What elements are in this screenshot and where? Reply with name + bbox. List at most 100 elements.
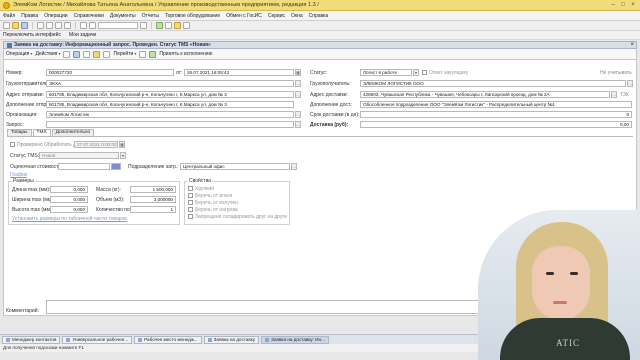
width-field[interactable]: 0,000	[50, 196, 88, 203]
menu-edit[interactable]: Правка	[21, 13, 38, 19]
task-workplace[interactable]: Универсальное рабочее...	[62, 335, 133, 344]
addr-from-field[interactable]: 601785, Владимирская обл, Кольчугинский …	[46, 91, 294, 98]
find-icon[interactable]	[140, 22, 147, 29]
volume-field[interactable]: 3,000000	[130, 196, 176, 203]
select-icon[interactable]: …	[295, 91, 301, 98]
window-controls: – □ ×	[609, 1, 637, 8]
save-icon[interactable]	[21, 22, 28, 29]
save-icon[interactable]	[63, 50, 71, 58]
task-manager[interactable]: Рабочее место менедж...	[134, 335, 202, 344]
actions-menu[interactable]: Действия	[35, 51, 60, 57]
cost-field[interactable]: 0,00	[360, 121, 632, 128]
date-label: от:	[176, 70, 183, 76]
checked-checkbox[interactable]	[10, 142, 15, 147]
height-field[interactable]: 0,000	[50, 206, 88, 213]
currency-icon[interactable]	[111, 163, 121, 170]
print-icon[interactable]	[103, 50, 111, 58]
sender-field[interactable]: ЭКХА	[46, 80, 294, 87]
select-icon[interactable]: …	[627, 80, 633, 87]
select-icon[interactable]: …	[295, 121, 301, 128]
minimize-icon[interactable]: –	[609, 1, 617, 8]
heat-checkbox[interactable]	[188, 207, 193, 212]
date-field[interactable]: 26.07.2021 16:08:42	[184, 69, 294, 76]
radiation-checkbox[interactable]	[188, 200, 193, 205]
select-icon[interactable]: …	[295, 80, 301, 87]
undo-icon[interactable]	[80, 22, 87, 29]
toolbar-search-input[interactable]	[98, 22, 138, 29]
addr-to-field[interactable]: 428903, Чувашская Республика - Чувашия, …	[360, 91, 610, 98]
calc-dims-link[interactable]: Установить размеры по табличной части то…	[12, 216, 127, 222]
accept-button[interactable]: Принять к исполнению	[159, 51, 212, 57]
my-tasks-link[interactable]: Мои задачи	[69, 32, 96, 38]
switch-interface-link[interactable]: Переключить интерфейс	[3, 32, 61, 38]
reply-label: Ответ закупщику	[429, 70, 469, 76]
goto-menu[interactable]: Перейти	[113, 51, 136, 57]
moisture-checkbox[interactable]	[188, 193, 193, 198]
open-icon[interactable]	[12, 22, 19, 29]
reply-checkbox[interactable]	[422, 70, 427, 75]
redo-icon[interactable]	[89, 22, 96, 29]
select-icon[interactable]: …	[611, 91, 617, 98]
tab-tms[interactable]: ТМS	[32, 129, 51, 136]
structure-icon[interactable]	[93, 50, 101, 58]
tms-status-field[interactable]: Новая	[39, 152, 119, 159]
status-select[interactable]: Логист в работе	[360, 69, 412, 76]
org-field[interactable]: ЭлемКом Логистик	[46, 111, 294, 118]
request-field[interactable]	[46, 121, 294, 128]
addr-from2-field[interactable]: 601785, Владимирская обл, Кольчугинский …	[46, 101, 294, 108]
menu-windows[interactable]: Окна	[291, 13, 303, 19]
receiver-field[interactable]: ЭЛЕМКОМ ЛОГИСТИК ООО	[360, 80, 626, 87]
quantity-field[interactable]: 1	[130, 206, 176, 213]
help-icon[interactable]	[139, 50, 147, 58]
calendar-icon[interactable]: ▦	[119, 141, 125, 148]
number-field[interactable]: 000027720	[46, 69, 174, 76]
est-cost-field[interactable]	[58, 163, 110, 170]
properties-title: Свойства	[188, 178, 212, 184]
tab-additional[interactable]: Дополнительно	[51, 129, 95, 136]
close-icon[interactable]: ×	[630, 42, 634, 48]
help-icon[interactable]	[183, 22, 190, 29]
operation-menu[interactable]: Операция	[6, 51, 32, 57]
addr-to2-field[interactable]: Обособленное подразделение ООО "ЭлемКом …	[360, 101, 632, 108]
task-request-form[interactable]: Заявка на доставку: Ин...	[261, 335, 329, 344]
checked-date-field[interactable]: 27.07.2021 0:00:00	[74, 141, 118, 148]
menu-operations[interactable]: Операции	[44, 13, 67, 19]
menu-gosis[interactable]: Обмен с ГосИС	[226, 13, 262, 19]
calendar-icon[interactable]: ▦	[295, 69, 301, 76]
no-stack-checkbox[interactable]	[188, 214, 193, 219]
print-icon[interactable]	[37, 22, 44, 29]
close-icon[interactable]: ×	[629, 1, 637, 8]
accept-icon[interactable]	[149, 50, 157, 58]
mass-field[interactable]: 1 500,000	[130, 186, 176, 193]
term-label: Срок доставки (в дн):	[310, 112, 360, 118]
post-icon[interactable]	[73, 50, 81, 58]
tab-goods[interactable]: Товары	[7, 129, 32, 136]
menu-file[interactable]: Файл	[3, 13, 15, 19]
new-icon[interactable]	[3, 22, 10, 29]
menu-documents[interactable]: Документы	[110, 13, 136, 19]
paste-icon[interactable]	[64, 22, 71, 29]
cut-icon[interactable]	[46, 22, 53, 29]
menu-service[interactable]: Сервис	[268, 13, 285, 19]
chevron-down-icon[interactable]: ▾	[413, 69, 419, 76]
refresh-icon[interactable]	[83, 50, 91, 58]
maximize-icon[interactable]: □	[619, 1, 627, 8]
term-field[interactable]: 0	[360, 111, 632, 118]
menu-reports[interactable]: Отчеты	[142, 13, 159, 19]
menu-help[interactable]: Справка	[309, 13, 329, 19]
length-field[interactable]: 0,000	[50, 186, 88, 193]
notes-icon[interactable]	[174, 22, 181, 29]
calendar-icon[interactable]	[165, 22, 172, 29]
dept-field[interactable]: Центральный офис	[180, 163, 290, 170]
menu-equipment[interactable]: Торговое оборудование	[165, 13, 220, 19]
copy-icon[interactable]	[55, 22, 62, 29]
task-request-list[interactable]: Заявка на доставку	[203, 335, 260, 344]
select-icon[interactable]: …	[291, 163, 297, 170]
chevron-down-icon[interactable]: ▾	[120, 152, 126, 159]
select-icon[interactable]: …	[295, 111, 301, 118]
form-toolbar: Операция Действия Перейти Принять к испо…	[3, 49, 637, 59]
menu-catalogs[interactable]: Справочники	[74, 13, 104, 19]
task-contacts[interactable]: Менеджер контактов	[2, 335, 61, 344]
fragile-checkbox[interactable]	[188, 186, 193, 191]
calculator-icon[interactable]	[156, 22, 163, 29]
